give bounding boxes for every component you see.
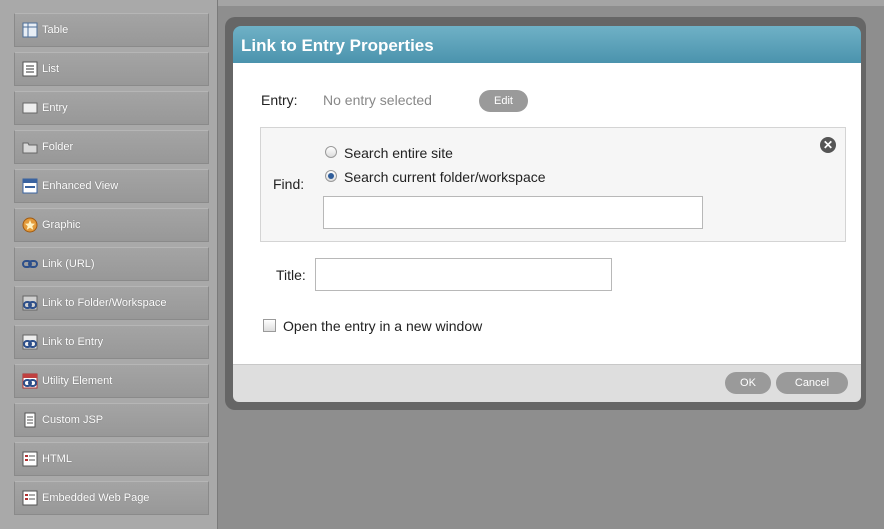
jsp-icon	[24, 412, 36, 428]
ok-button[interactable]: OK	[725, 372, 771, 394]
find-label: Find:	[273, 176, 305, 192]
edit-button[interactable]: Edit	[479, 90, 528, 112]
palette-item-label: List	[42, 63, 60, 75]
palette-item-link-folder[interactable]: Link to Folder/Workspace	[14, 286, 209, 320]
palette-item-label: Link (URL)	[42, 258, 95, 270]
palette-item-link-entry[interactable]: Link to Entry	[14, 325, 209, 359]
palette-item-custom-jsp[interactable]: Custom JSP	[14, 403, 209, 437]
palette-item-graphic[interactable]: Graphic	[14, 208, 209, 242]
link-folder-icon	[22, 295, 38, 311]
palette-item-label: Link to Entry	[42, 336, 104, 348]
search-folder-radio[interactable]	[325, 170, 337, 182]
search-site-label: Search entire site	[344, 145, 453, 161]
cancel-button[interactable]: Cancel	[776, 372, 848, 394]
palette-item-label: Table	[42, 24, 69, 36]
palette-item-label: Link to Folder/Workspace	[42, 297, 167, 309]
link-entry-icon	[22, 334, 38, 350]
title-input[interactable]	[315, 258, 612, 291]
entry-value: No entry selected	[323, 92, 432, 108]
palette-item-folder[interactable]: Folder	[14, 130, 209, 164]
palette-item-label: Embedded Web Page	[42, 492, 150, 504]
utility-icon	[22, 373, 38, 389]
title-label: Title:	[276, 267, 306, 283]
new-window-checkbox[interactable]	[263, 319, 276, 332]
search-folder-label: Search current folder/workspace	[344, 169, 546, 185]
palette-item-label: Graphic	[42, 219, 81, 231]
entry-icon	[22, 102, 38, 114]
dialog-title[interactable]: Link to Entry Properties	[233, 26, 861, 63]
entry-label: Entry:	[261, 92, 298, 108]
search-site-radio[interactable]	[325, 146, 337, 158]
new-window-label: Open the entry in a new window	[283, 318, 483, 334]
palette-item-label: Folder	[42, 141, 74, 153]
element-palette: Table List Entry Folder Enhanced View Gr…	[0, 0, 218, 529]
palette-item-utility[interactable]: Utility Element	[14, 364, 209, 398]
graphic-icon	[22, 217, 38, 233]
palette-item-label: Entry	[42, 102, 68, 114]
link-icon	[22, 260, 38, 268]
palette-item-embedded-page[interactable]: Embedded Web Page	[14, 481, 209, 515]
palette-item-label: Utility Element	[42, 375, 113, 387]
palette-item-label: HTML	[42, 453, 72, 465]
palette-item-html[interactable]: HTML	[14, 442, 209, 476]
palette-item-table[interactable]: Table	[14, 13, 209, 47]
palette-item-entry[interactable]: Entry	[14, 91, 209, 125]
palette-item-link-url[interactable]: Link (URL)	[14, 247, 209, 281]
html-icon	[22, 451, 38, 467]
palette-item-list[interactable]: List	[14, 52, 209, 86]
embedded-page-icon	[22, 490, 38, 506]
enhanced-view-icon	[22, 178, 38, 194]
palette-item-label: Enhanced View	[42, 180, 119, 192]
canvas-top-strip	[218, 0, 884, 6]
find-search-input[interactable]	[323, 196, 703, 229]
close-icon[interactable]: ✕	[820, 137, 836, 153]
folder-icon	[22, 142, 38, 154]
table-icon	[22, 22, 38, 38]
palette-item-label: Custom JSP	[42, 414, 104, 426]
list-icon	[22, 61, 38, 77]
palette-item-enhanced-view[interactable]: Enhanced View	[14, 169, 209, 203]
